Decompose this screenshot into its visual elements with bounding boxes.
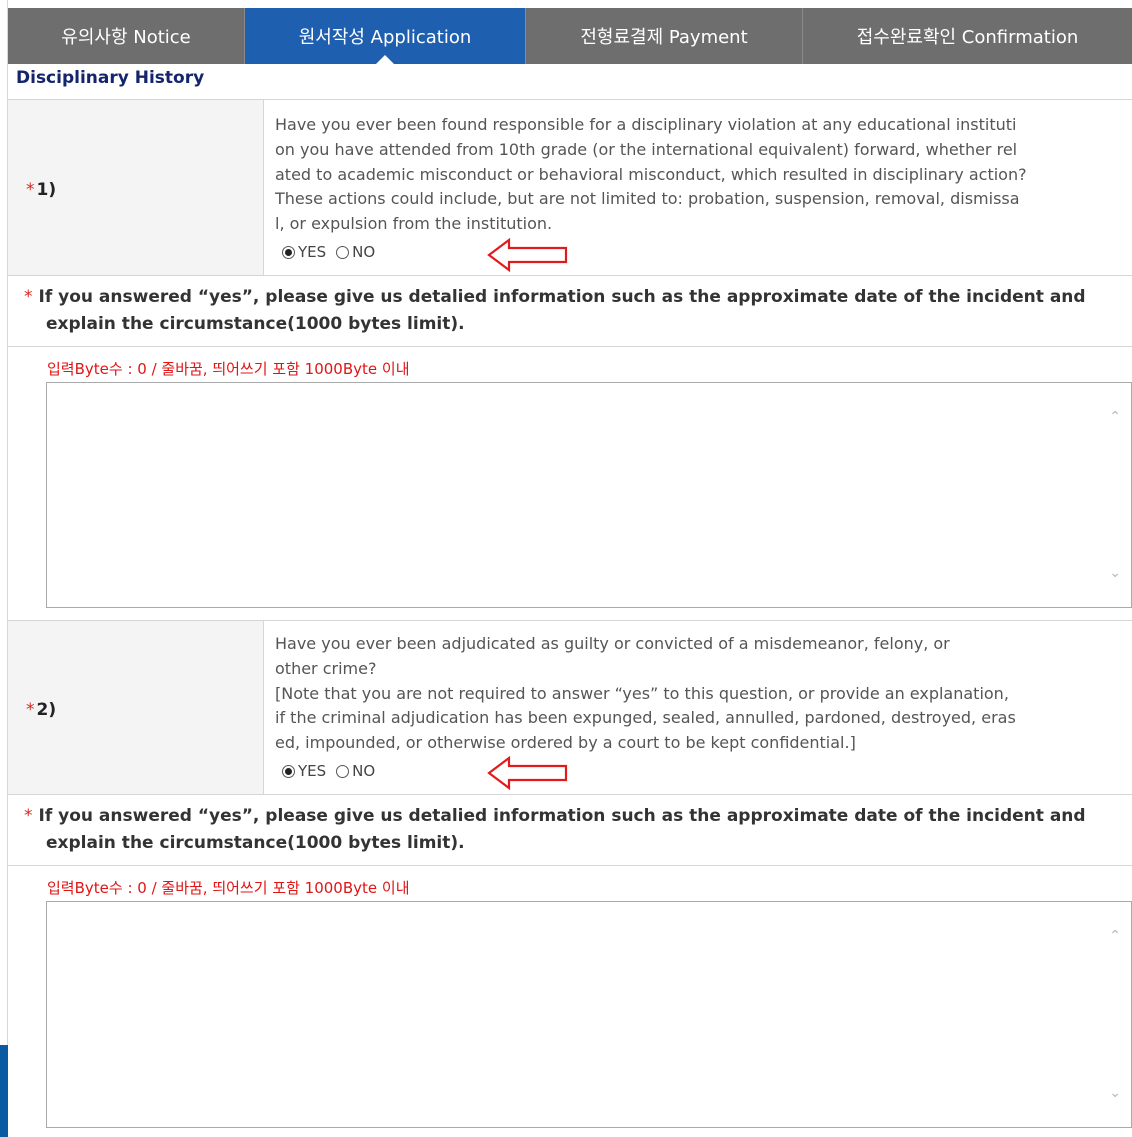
question-line: on you have attended from 10th grade (or…	[275, 139, 1018, 159]
tab-application[interactable]: 원서작성 Application	[245, 8, 526, 64]
question-number: 2)	[36, 700, 57, 720]
left-border	[0, 0, 8, 1137]
required-mark: *	[26, 700, 35, 720]
question-line: Have you ever been found responsible for…	[275, 115, 1017, 134]
divider	[8, 865, 1132, 866]
question-1-yes-radio[interactable]	[282, 245, 295, 259]
question-1-text: Have you ever been found responsible for…	[275, 113, 1132, 237]
divider	[8, 275, 1132, 276]
section-title: Disciplinary History	[16, 68, 205, 88]
byte-counter-1: 입력Byte수 : 0 / 줄바꿈, 띄어쓰기 포함 1000Byte 이내	[47, 360, 410, 378]
question-line: These actions could include, but are not…	[275, 189, 1020, 209]
no-label: NO	[352, 762, 376, 780]
yes-label: YES	[298, 243, 327, 261]
required-mark: *	[24, 806, 33, 826]
question-2-number: * 2)	[26, 700, 56, 720]
explanation-textarea-1[interactable]: ⌃ ⌄	[46, 382, 1132, 608]
question-line: l, or expulsion from the institution.	[275, 214, 553, 234]
left-arrow-annotation-icon	[487, 238, 568, 272]
chevron-up-icon[interactable]: ⌃	[1109, 928, 1121, 944]
note-line: If you answered “yes”, please give us de…	[38, 806, 1086, 826]
divider	[8, 346, 1132, 347]
chevron-down-icon[interactable]: ⌄	[1109, 565, 1121, 581]
chevron-up-icon[interactable]: ⌃	[1109, 409, 1121, 425]
question-line: if the criminal adjudication has been ex…	[275, 708, 1016, 728]
tab-payment[interactable]: 전형료결제 Payment	[526, 8, 803, 64]
required-mark: *	[26, 180, 35, 200]
question-2-text: Have you ever been adjudicated as guilty…	[275, 632, 1132, 756]
step-tabs: 유의사항 Notice 원서작성 Application 전형료결제 Payme…	[8, 8, 1132, 64]
divider	[8, 794, 1132, 795]
question-number: 1)	[36, 180, 57, 200]
note-line: If you answered “yes”, please give us de…	[38, 287, 1086, 307]
side-decoration	[0, 1045, 8, 1137]
question-2-yes-radio[interactable]	[282, 764, 295, 778]
tab-notice[interactable]: 유의사항 Notice	[8, 8, 245, 64]
question-1-radio-group: YES NO	[282, 243, 385, 261]
required-mark: *	[24, 287, 33, 307]
question-line: ated to academic misconduct or behaviora…	[275, 164, 1027, 184]
tab-confirmation[interactable]: 접수완료확인 Confirmation	[803, 8, 1132, 64]
explain-note-1: * If you answered “yes”, please give us d…	[24, 284, 1086, 338]
yes-label: YES	[298, 762, 327, 780]
note-line: explain the circumstance(1000 bytes limi…	[46, 314, 465, 334]
question-2-no-radio[interactable]	[336, 764, 350, 778]
note-line: explain the circumstance(1000 bytes limi…	[46, 833, 465, 853]
byte-counter-2: 입력Byte수 : 0 / 줄바꿈, 띄어쓰기 포함 1000Byte 이내	[47, 879, 410, 897]
question-1-number: * 1)	[26, 180, 56, 200]
question-line: ed, impounded, or otherwise ordered by a…	[275, 733, 856, 753]
explain-note-2: * If you answered “yes”, please give us d…	[24, 803, 1086, 857]
explanation-textarea-2[interactable]: ⌃ ⌄	[46, 901, 1132, 1128]
chevron-down-icon[interactable]: ⌄	[1109, 1085, 1121, 1101]
question-line: [Note that you are not required to answe…	[275, 683, 1009, 703]
no-label: NO	[352, 243, 376, 261]
question-line: other crime?	[275, 658, 377, 678]
question-1-no-radio[interactable]	[336, 245, 350, 259]
question-2-radio-group: YES NO	[282, 762, 385, 780]
question-line: Have you ever been adjudicated as guilty…	[275, 634, 950, 653]
left-arrow-annotation-icon	[487, 756, 568, 790]
